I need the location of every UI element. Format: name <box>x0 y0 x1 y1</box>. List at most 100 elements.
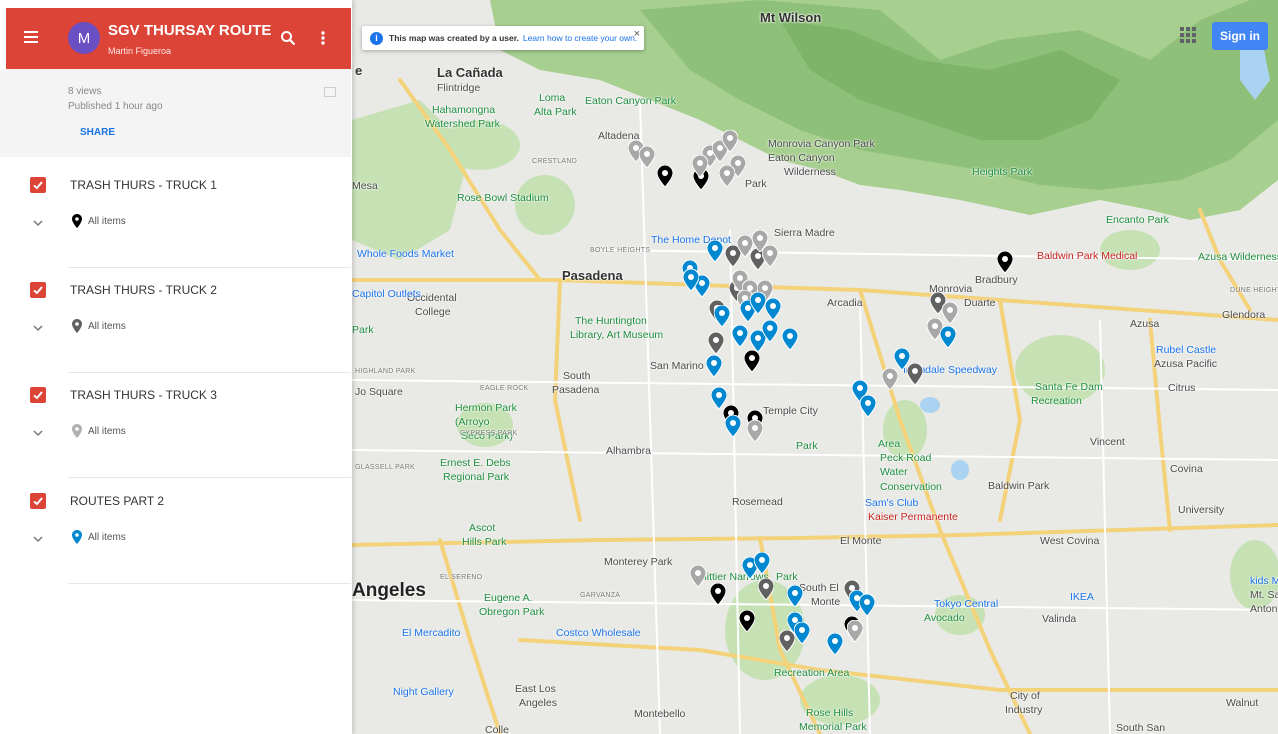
check-icon <box>33 181 43 190</box>
route-marker[interactable] <box>762 245 778 267</box>
map-label: IKEA <box>1070 591 1094 603</box>
chevron-down-icon[interactable] <box>33 325 43 332</box>
route-marker[interactable] <box>690 565 706 587</box>
map-label: Memorial Park <box>799 721 867 733</box>
chevron-down-icon[interactable] <box>33 430 43 437</box>
route-marker[interactable] <box>725 415 741 437</box>
route-marker[interactable] <box>732 325 748 347</box>
layer-items-label[interactable]: All items <box>88 216 126 227</box>
layer-checkbox[interactable] <box>30 282 46 298</box>
map-label: South El <box>799 582 839 594</box>
route-marker[interactable] <box>794 622 810 644</box>
route-marker[interactable] <box>859 594 875 616</box>
map-label: Angeles <box>519 697 557 709</box>
map-label: Wilderness <box>784 166 836 178</box>
route-marker[interactable] <box>787 585 803 607</box>
layer-name[interactable]: TRASH THURS - TRUCK 2 <box>70 283 217 297</box>
apps-grid-icon[interactable] <box>1180 27 1196 43</box>
route-marker[interactable] <box>711 387 727 409</box>
route-marker[interactable] <box>940 326 956 348</box>
map-label: CYPRESS PARK <box>460 430 518 437</box>
map-label: Regional Park <box>443 471 509 483</box>
route-marker[interactable] <box>765 298 781 320</box>
map-label: La Cañada <box>437 65 503 80</box>
map-label: Park <box>352 324 374 336</box>
route-marker[interactable] <box>997 251 1013 273</box>
route-marker[interactable] <box>754 552 770 574</box>
layer-2: TRASH THURS - TRUCK 2 All items <box>0 268 351 374</box>
share-button[interactable]: SHARE <box>80 127 115 138</box>
route-marker[interactable] <box>657 165 673 187</box>
map-author: Martin Figueroa <box>108 46 172 56</box>
route-marker[interactable] <box>714 305 730 327</box>
route-marker[interactable] <box>706 355 722 377</box>
route-marker[interactable] <box>744 350 760 372</box>
route-marker[interactable] <box>639 146 655 168</box>
route-marker[interactable] <box>762 320 778 342</box>
collapse-icon[interactable] <box>324 87 336 97</box>
layer-style-pin-icon[interactable] <box>72 319 82 333</box>
sign-in-button[interactable]: Sign in <box>1212 22 1268 50</box>
check-icon <box>33 286 43 295</box>
route-marker[interactable] <box>942 302 958 324</box>
close-icon[interactable]: × <box>634 28 640 40</box>
layer-checkbox[interactable] <box>30 387 46 403</box>
map-label: Night Gallery <box>393 686 454 698</box>
route-marker[interactable] <box>847 620 863 642</box>
layer-checkbox[interactable] <box>30 493 46 509</box>
map-label: Recreation <box>1031 395 1082 407</box>
route-marker[interactable] <box>719 165 735 187</box>
route-marker[interactable] <box>739 610 755 632</box>
route-marker[interactable] <box>827 633 843 655</box>
layer-items-label[interactable]: All items <box>88 426 126 437</box>
route-marker[interactable] <box>758 578 774 600</box>
route-marker[interactable] <box>747 420 763 442</box>
route-marker[interactable] <box>750 292 766 314</box>
menu-icon[interactable] <box>24 31 38 46</box>
map-label: Hahamongna <box>432 104 496 116</box>
map-label: Flintridge <box>437 82 481 94</box>
route-marker[interactable] <box>692 155 708 177</box>
map-label: kids Market <box>1250 575 1278 587</box>
map-label: Monrovia Canyon Park <box>768 138 875 150</box>
divider <box>68 477 351 478</box>
map-label: Temple City <box>763 405 818 417</box>
route-marker[interactable] <box>894 348 910 370</box>
layer-checkbox[interactable] <box>30 177 46 193</box>
route-marker[interactable] <box>860 395 876 417</box>
layer-items-label[interactable]: All items <box>88 321 126 332</box>
search-icon[interactable] <box>280 30 296 46</box>
layer-style-pin-icon[interactable] <box>72 530 82 544</box>
route-marker[interactable] <box>707 240 723 262</box>
layer-name[interactable]: TRASH THURS - TRUCK 1 <box>70 178 217 192</box>
layer-style-pin-icon[interactable] <box>72 214 82 228</box>
route-marker[interactable] <box>683 269 699 291</box>
avatar[interactable]: M <box>68 22 100 54</box>
map-label: Water <box>880 466 908 478</box>
chevron-down-icon[interactable] <box>33 220 43 227</box>
route-marker[interactable] <box>708 332 724 354</box>
layer-items-label[interactable]: All items <box>88 532 126 543</box>
layer-name[interactable]: TRASH THURS - TRUCK 3 <box>70 388 217 402</box>
panel-header: M SGV THURSAY ROUTE Martin Figueroa <box>6 8 351 69</box>
chevron-down-icon[interactable] <box>33 536 43 543</box>
map-label: Kaiser Permanente <box>868 511 958 523</box>
map-label: University <box>1178 504 1225 516</box>
map-label: Heights Park <box>972 166 1033 178</box>
notice-link[interactable]: Learn how to create your own. <box>523 33 637 43</box>
map-label: Anton <box>1250 603 1278 615</box>
map-label: City of <box>1010 690 1040 702</box>
layer-style-pin-icon[interactable] <box>72 424 82 438</box>
map-label: West Covina <box>1040 535 1100 547</box>
map-label: Baldwin Park <box>988 480 1050 492</box>
map-label: Peck Road <box>880 452 932 464</box>
layer-name[interactable]: ROUTES PART 2 <box>70 494 164 508</box>
route-marker[interactable] <box>710 583 726 605</box>
route-marker[interactable] <box>737 235 753 257</box>
route-marker[interactable] <box>882 368 898 390</box>
map-label: Covina <box>1170 463 1203 475</box>
map-label: Monterey Park <box>604 556 673 568</box>
route-marker[interactable] <box>782 328 798 350</box>
more-options-icon[interactable] <box>320 30 326 46</box>
route-marker[interactable] <box>722 130 738 152</box>
